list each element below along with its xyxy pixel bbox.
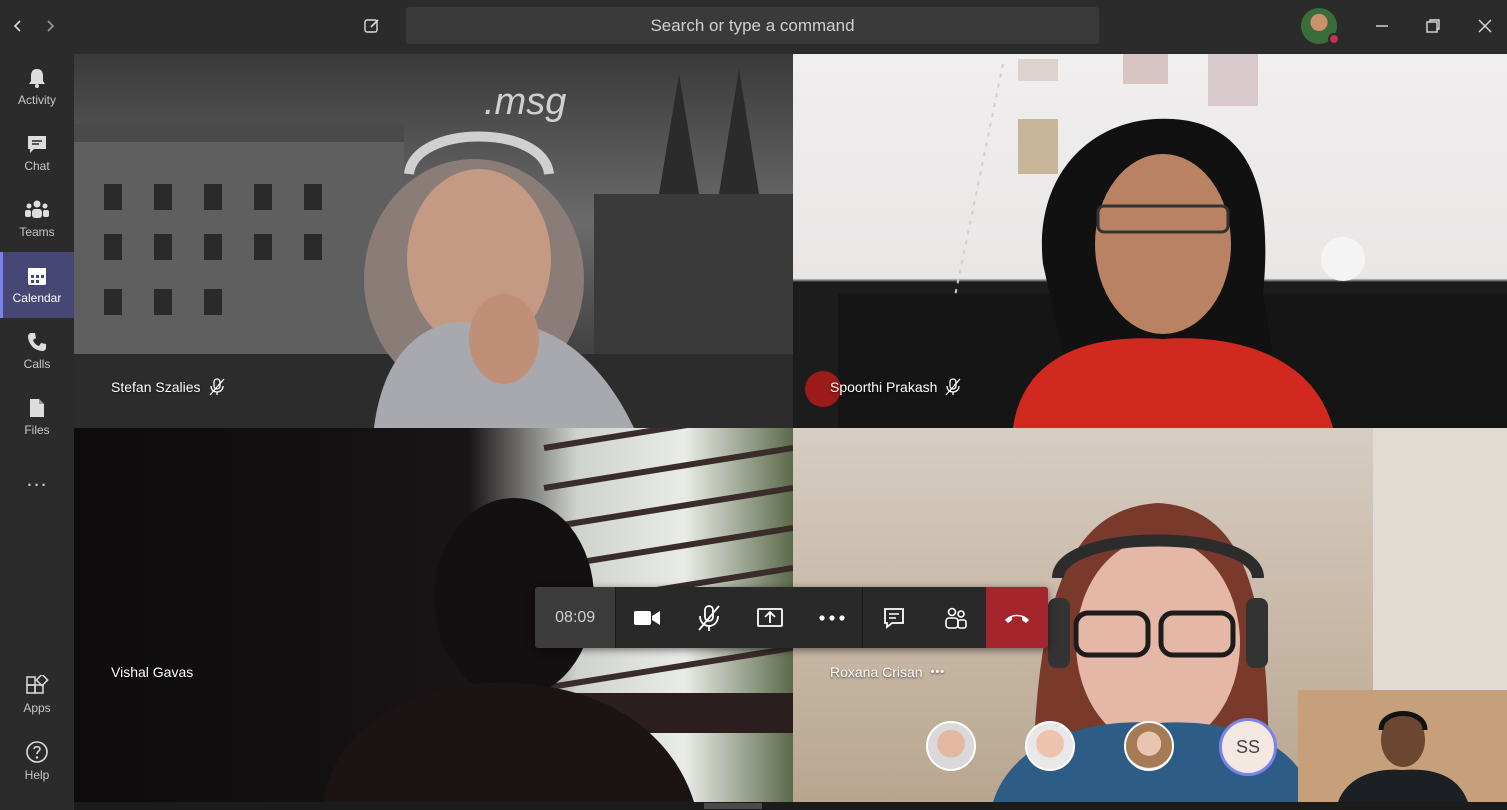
participant-avatar[interactable] <box>926 721 976 771</box>
new-chat-button[interactable] <box>358 12 386 40</box>
share-screen-button[interactable] <box>739 587 801 648</box>
rail-item-apps[interactable]: Apps <box>0 662 74 728</box>
bottom-scrollbar[interactable] <box>74 802 1507 810</box>
profile-avatar[interactable] <box>1301 8 1340 45</box>
participant-name: Stefan Szalies <box>111 378 225 396</box>
compose-icon <box>364 19 379 33</box>
rail-item-help[interactable]: Help <box>0 728 74 794</box>
rail-more-button[interactable]: ... <box>0 452 74 506</box>
help-icon <box>26 741 48 763</box>
mic-toggle-button[interactable] <box>678 587 740 648</box>
restore-button[interactable] <box>1419 12 1447 40</box>
participant-name: Spoorthi Prakash <box>830 378 961 396</box>
hang-up-icon <box>1005 614 1030 623</box>
rail-item-calls[interactable]: Calls <box>0 318 74 384</box>
video-feed: .msg <box>74 69 793 428</box>
mic-muted-icon <box>697 604 720 631</box>
hang-up-button[interactable] <box>986 587 1048 648</box>
rail-item-label: Calendar <box>12 291 62 305</box>
search-input[interactable]: Search or type a command <box>406 7 1099 44</box>
rail-item-calendar[interactable]: Calendar <box>0 252 74 318</box>
minimize-button[interactable] <box>1368 12 1396 40</box>
video-tile-spoorthi[interactable]: Spoorthi Prakash <box>793 54 1507 428</box>
self-view[interactable] <box>1298 690 1507 802</box>
scrollbar-thumb[interactable] <box>704 803 762 809</box>
rail-item-label: Activity <box>17 93 56 107</box>
participant-name: Vishal Gavas <box>111 664 194 680</box>
call-timer: 08:09 <box>535 587 616 648</box>
video-camera-icon <box>634 610 661 625</box>
chevron-left-icon <box>13 20 21 32</box>
app-bar: Activity Chat Teams Calendar Calls Files… <box>0 54 74 810</box>
rail-item-teams[interactable]: Teams <box>0 186 74 252</box>
more-actions-button[interactable] <box>801 587 863 648</box>
restore-icon <box>1426 19 1440 33</box>
chat-icon <box>884 607 905 629</box>
apps-icon <box>26 675 49 694</box>
close-icon <box>1478 19 1492 33</box>
call-controls: 08:09 <box>535 587 1048 648</box>
rail-item-label: Calls <box>23 357 51 371</box>
calendar-icon <box>28 268 46 285</box>
video-tile-stefan[interactable]: .msg Stefan Szalies <box>74 54 793 428</box>
chevron-right-icon <box>47 20 55 32</box>
rail-item-label: Apps <box>23 701 51 715</box>
svg-text:.msg: .msg <box>484 81 566 123</box>
phone-icon <box>28 333 46 351</box>
mic-muted-icon <box>209 378 224 396</box>
participant-avatar[interactable] <box>1025 721 1075 771</box>
participant-initials-avatar[interactable]: SS <box>1219 718 1277 776</box>
forward-button[interactable] <box>36 12 64 40</box>
participant-avatar[interactable] <box>1124 721 1174 771</box>
participant-more-button[interactable]: ••• <box>931 666 946 678</box>
show-participants-button[interactable] <box>925 587 987 648</box>
minimize-icon <box>1376 25 1388 27</box>
ellipsis-icon <box>819 614 845 621</box>
chat-icon <box>28 136 46 153</box>
video-feed <box>805 54 1507 428</box>
rail-item-chat[interactable]: Chat <box>0 120 74 186</box>
title-bar: Search or type a command <box>0 0 1507 54</box>
rail-item-label: Teams <box>19 225 55 239</box>
share-screen-icon <box>757 607 784 627</box>
video-feed <box>1298 690 1507 802</box>
close-button[interactable] <box>1471 12 1499 40</box>
bell-icon <box>29 69 45 88</box>
show-conversation-button[interactable] <box>863 587 925 648</box>
teams-icon <box>25 200 49 218</box>
back-button[interactable] <box>4 12 32 40</box>
mic-muted-icon <box>945 378 961 396</box>
rail-item-label: Files <box>24 423 50 437</box>
presence-status-icon <box>1328 33 1340 45</box>
rail-item-activity[interactable]: Activity <box>0 54 74 120</box>
camera-toggle-button[interactable] <box>616 587 678 648</box>
rail-item-files[interactable]: Files <box>0 384 74 450</box>
more-icon: ... <box>26 466 48 491</box>
file-icon <box>30 399 44 417</box>
rail-item-label: Help <box>24 768 50 782</box>
participants-icon <box>944 607 967 629</box>
rail-item-label: Chat <box>24 159 50 173</box>
participant-name: Roxana Crisan ••• <box>830 664 946 680</box>
